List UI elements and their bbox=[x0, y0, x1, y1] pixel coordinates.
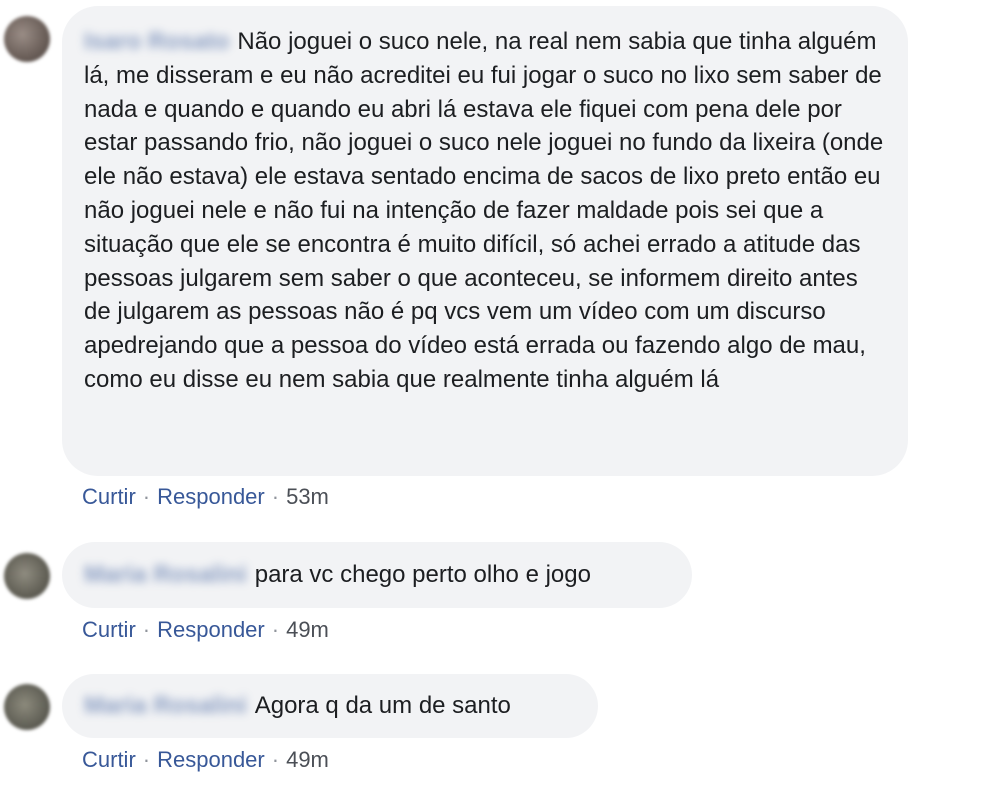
like-link[interactable]: Curtir bbox=[82, 747, 136, 772]
comment-actions: Curtir · Responder · 49m bbox=[82, 617, 329, 643]
comment-author[interactable]: Maria Rosalini bbox=[84, 558, 247, 592]
separator: · bbox=[271, 484, 280, 509]
separator: · bbox=[142, 484, 151, 509]
avatar[interactable] bbox=[4, 684, 50, 730]
comment-text: para vc chego perto olho e jogo bbox=[254, 561, 591, 588]
reply-link[interactable]: Responder bbox=[157, 484, 265, 509]
like-link[interactable]: Curtir bbox=[82, 484, 136, 509]
comment-actions: Curtir · Responder · 49m bbox=[82, 747, 329, 773]
comment-author[interactable]: Maria Rosalini bbox=[84, 689, 247, 723]
separator: · bbox=[271, 747, 280, 772]
avatar[interactable] bbox=[4, 553, 50, 599]
comment-actions: Curtir · Responder · 53m bbox=[82, 484, 329, 510]
comment-text: Não joguei o suco nele, na real nem sabi… bbox=[84, 28, 884, 393]
comment-time[interactable]: 53m bbox=[286, 484, 329, 509]
comment-time[interactable]: 49m bbox=[286, 747, 329, 772]
like-link[interactable]: Curtir bbox=[82, 617, 136, 642]
separator: · bbox=[142, 747, 151, 772]
comment-author[interactable]: Isaro Rosato bbox=[84, 25, 229, 59]
avatar[interactable] bbox=[4, 16, 50, 62]
comment-text: Agora q da um de santo bbox=[254, 692, 511, 719]
separator: · bbox=[271, 617, 280, 642]
comment-bubble: Isaro Rosato Não joguei o suco nele, na r… bbox=[62, 6, 908, 476]
reply-link[interactable]: Responder bbox=[157, 747, 265, 772]
comment-time[interactable]: 49m bbox=[286, 617, 329, 642]
separator: · bbox=[142, 617, 151, 642]
reply-link[interactable]: Responder bbox=[157, 617, 265, 642]
comment-bubble: Maria Rosalini para vc chego perto olho e… bbox=[62, 542, 692, 608]
comment-bubble: Maria Rosalini Agora q da um de santo bbox=[62, 674, 598, 738]
